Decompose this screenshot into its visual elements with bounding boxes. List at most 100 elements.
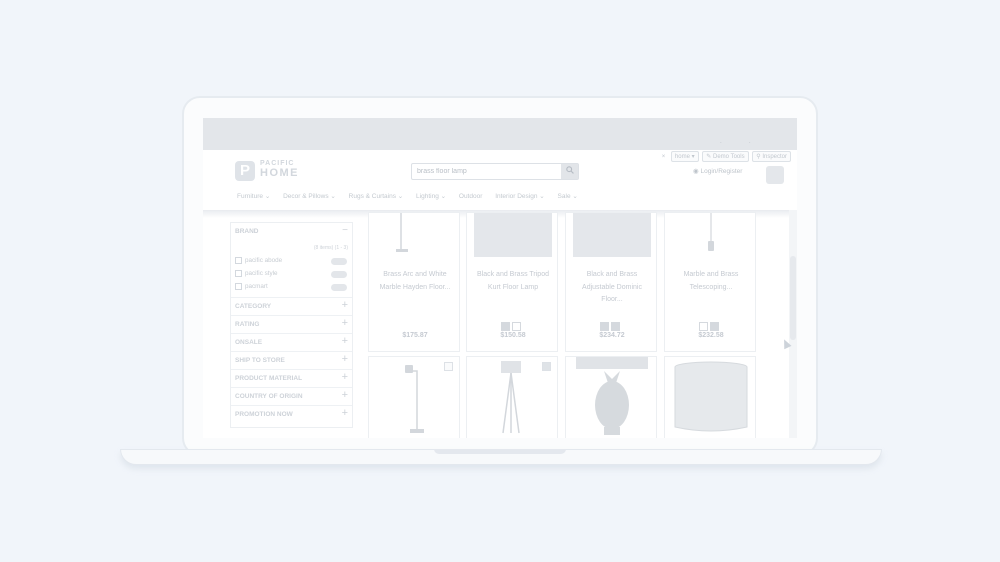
filter-facet-promotion-now[interactable]: PROMOTION NOW +: [231, 405, 352, 423]
login-register-link[interactable]: ◉ Login/Register: [693, 167, 742, 175]
facet-label: SHIP TO STORE: [235, 357, 285, 364]
nav-item-sale[interactable]: Sale ⌄: [558, 193, 578, 200]
swatch-black[interactable]: [600, 322, 609, 331]
brand-option-label: pacific style: [245, 270, 278, 278]
swatch-black[interactable]: [501, 322, 510, 331]
filter-heading-brand[interactable]: BRAND: [235, 228, 258, 235]
logo-word-home: HOME: [260, 167, 299, 179]
inspector-button[interactable]: ⚲ Inspector: [752, 151, 791, 162]
expand-plus-icon[interactable]: +: [342, 353, 348, 365]
product-card[interactable]: Black and Brass Adjustable Dominic Floor…: [565, 212, 657, 352]
expand-plus-icon[interactable]: +: [342, 371, 348, 383]
cart-icon[interactable]: [766, 166, 784, 184]
login-label: Login/Register: [700, 168, 743, 175]
product-card[interactable]: [664, 356, 756, 438]
browser-chrome: · ·: [203, 118, 797, 150]
facet-label: ONSALE: [235, 339, 263, 346]
facet-label: PRODUCT MATERIAL: [235, 375, 303, 382]
product-price: $234.72: [599, 332, 625, 339]
product-card[interactable]: Brass Arc and White Marble Hayden Floor.…: [368, 212, 460, 352]
nav-item-furniture[interactable]: Furniture ⌄: [237, 193, 270, 200]
swatch-white[interactable]: [512, 322, 521, 331]
floor-lamp-image: [396, 213, 408, 252]
product-card[interactable]: [466, 356, 558, 438]
brand-option[interactable]: pacific style: [235, 270, 347, 280]
facet-label: CATEGORY: [235, 303, 272, 310]
product-grid: Brass Arc and White Marble Hayden Floor.…: [368, 212, 763, 438]
browser-dots: · ·: [719, 138, 763, 147]
floor-lamp-image: [708, 213, 714, 251]
scrollbar-thumb[interactable]: [790, 256, 796, 340]
product-title[interactable]: Black and Brass Adjustable Dominic Floor…: [572, 269, 652, 307]
tripod-lamp-image: [501, 361, 521, 434]
inspector-label: Inspector: [762, 154, 787, 160]
search-button[interactable]: [561, 164, 578, 179]
product-price: $175.87: [402, 332, 428, 339]
laptop-notch: [434, 449, 566, 454]
demo-tools-label: Demo Tools: [713, 154, 745, 160]
site-header: P PACIFIC HOME × home ▾ ✎ Demo Tools ⚲ I…: [203, 150, 797, 211]
count-badge: [331, 271, 347, 278]
nav-item-lighting[interactable]: Lighting ⌄: [416, 193, 446, 200]
search-icon: [565, 166, 574, 174]
brand-checkbox[interactable]: [235, 257, 242, 264]
expand-plus-icon[interactable]: +: [342, 407, 348, 419]
filter-facet-rating[interactable]: RATING +: [231, 315, 352, 333]
product-title[interactable]: Brass Arc and White Marble Hayden Floor.…: [375, 269, 455, 294]
product-price: $232.58: [698, 332, 724, 339]
nav-item-decor-pillows[interactable]: Decor & Pillows ⌄: [283, 193, 336, 200]
product-card[interactable]: Marble and Brass Telescoping... $232.58: [664, 212, 756, 352]
brand-checkbox[interactable]: [235, 283, 242, 290]
brand-option-label: pacific abode: [245, 257, 283, 265]
nav-item-outdoor[interactable]: Outdoor: [459, 193, 483, 200]
filter-facet-category[interactable]: CATEGORY +: [231, 297, 352, 315]
count-badge: [331, 284, 347, 291]
demo-toolbar: × home ▾ ✎ Demo Tools ⚲ Inspector: [662, 151, 791, 164]
search-box: [411, 163, 579, 180]
brand-option[interactable]: pacific abode: [235, 257, 347, 267]
product-card[interactable]: Black and Brass Tripod Kurt Floor Lamp $…: [466, 212, 558, 352]
swatch-brass[interactable]: [611, 322, 620, 331]
demo-tools-button[interactable]: ✎ Demo Tools: [702, 151, 749, 162]
product-image: [474, 213, 552, 257]
product-price: $150.58: [500, 332, 526, 339]
product-title[interactable]: Black and Brass Tripod Kurt Floor Lamp: [473, 269, 553, 294]
home-label: home: [674, 154, 690, 160]
count-badge: [331, 258, 347, 265]
filter-facet-onsale[interactable]: ONSALE +: [231, 333, 352, 351]
nav-item-rugs-curtains[interactable]: Rugs & Curtains ⌄: [349, 193, 404, 200]
expand-plus-icon[interactable]: +: [342, 335, 348, 347]
laptop-screen: · · P PACIFIC HOME × home ▾ ✎ Demo Tools…: [203, 118, 797, 438]
filter-facet-ship-to-store[interactable]: SHIP TO STORE +: [231, 351, 352, 369]
filter-facet-product-material[interactable]: PRODUCT MATERIAL +: [231, 369, 352, 387]
home-dropdown[interactable]: home ▾: [670, 151, 699, 162]
swatch-white[interactable]: [699, 322, 708, 331]
nav-item-interior-design[interactable]: Interior Design ⌄: [495, 193, 545, 200]
product-card[interactable]: [368, 356, 460, 438]
product-card[interactable]: [565, 356, 657, 438]
swatch-black[interactable]: [710, 322, 719, 331]
color-swatches: [699, 318, 729, 331]
brand-checkbox[interactable]: [235, 270, 242, 277]
pacific-home-logo[interactable]: P PACIFIC HOME: [235, 160, 315, 182]
brand-option-label: pacmart: [245, 283, 268, 291]
close-icon[interactable]: ×: [662, 154, 666, 160]
color-swatches: [600, 318, 630, 331]
logo-mark-icon: P: [235, 161, 255, 181]
logo-word-pacific: PACIFIC: [260, 160, 295, 167]
search-input[interactable]: [412, 164, 570, 179]
floor-lamp-image: [405, 365, 424, 433]
pineapple-lamp-image: [576, 357, 648, 435]
main-nav: Furniture ⌄ Decor & Pillows ⌄ Rugs & Cur…: [237, 192, 589, 200]
facet-label: PROMOTION NOW: [235, 411, 293, 418]
user-icon: ◉: [693, 168, 699, 175]
expand-plus-icon[interactable]: +: [342, 299, 348, 311]
expand-plus-icon[interactable]: +: [342, 317, 348, 329]
expand-plus-icon[interactable]: +: [342, 389, 348, 401]
product-title[interactable]: Marble and Brass Telescoping...: [671, 269, 751, 294]
product-image: [573, 213, 651, 257]
filter-facet-country-of-origin[interactable]: COUNTRY OF ORIGIN +: [231, 387, 352, 405]
collapse-minus-icon[interactable]: −: [342, 225, 348, 236]
facet-label: RATING: [235, 321, 260, 328]
brand-option[interactable]: pacmart: [235, 283, 347, 293]
